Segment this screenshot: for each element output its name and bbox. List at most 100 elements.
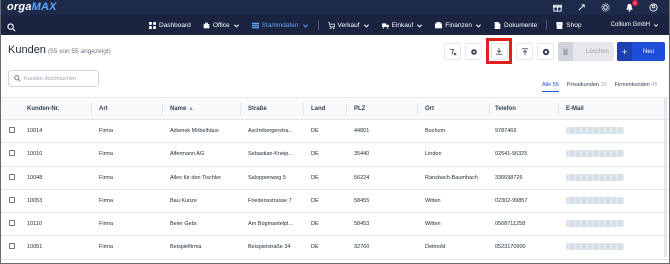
page-title: Kunden (55 von 55 angezeigt) xyxy=(8,44,111,56)
table-row[interactable]: 10051 Firma Beispielfirma Beispielstraße… xyxy=(1,236,669,260)
gear-icon xyxy=(470,48,477,55)
nav-divider xyxy=(317,20,319,30)
email-redacted xyxy=(566,243,624,251)
chevron-down-icon xyxy=(476,23,481,28)
column-header[interactable]: Ort xyxy=(425,106,434,112)
nav-einkauf[interactable]: Einkauf xyxy=(376,15,430,35)
table-row[interactable]: 10010 Firma Alfermann AG Sebastian-Kneip… xyxy=(1,143,669,167)
row-checkbox[interactable] xyxy=(9,243,15,250)
nav-shop[interactable]: Shop xyxy=(550,15,587,35)
settings-button[interactable] xyxy=(465,43,482,60)
nav-office[interactable]: Office xyxy=(197,15,246,35)
notification-bell-icon[interactable]: 1 xyxy=(624,0,638,13)
column-header[interactable]: Kunden-Nr. xyxy=(27,106,59,112)
download-icon xyxy=(495,47,503,55)
dashboard-icon xyxy=(149,21,156,29)
app-logo[interactable]: orgaMAX xyxy=(7,1,57,13)
company-selector[interactable]: Coltium GmbH xyxy=(611,15,659,35)
table-header: Kunden-Nr. Art Name ▲ Straße Land PLZ Or… xyxy=(1,97,669,120)
column-divider[interactable] xyxy=(346,103,347,116)
upload-icon xyxy=(521,47,528,55)
table-row[interactable]: 10053 Firma Bau Kunze Friedensstrasse 7 … xyxy=(1,190,669,214)
column-header[interactable]: PLZ xyxy=(354,106,365,112)
top-bar: orgaMAX 1 xyxy=(1,0,669,15)
chevron-down-icon xyxy=(233,23,239,28)
email-redacted xyxy=(566,220,624,228)
table-row[interactable]: 10014 Firma Adamek Möbelhäus Ascheberger… xyxy=(1,120,669,144)
record-count: (55 von 55 angezeigt) xyxy=(47,48,111,55)
chevron-down-icon xyxy=(653,24,659,27)
nav-divider xyxy=(546,20,548,30)
row-checkbox[interactable] xyxy=(9,173,15,180)
shop-icon xyxy=(556,21,564,29)
stammdaten-icon xyxy=(251,22,259,28)
tab-privatkunden[interactable]: Privatkunden 10 xyxy=(567,82,607,92)
clear-filter-button[interactable] xyxy=(444,43,461,60)
email-redacted xyxy=(566,127,624,134)
main-nav: Dashboard Office Stammdaten Verkauf Eink… xyxy=(1,15,669,35)
app-window: orgaMAX 1 Dashboard Office Stammdaten Ve… xyxy=(0,0,670,264)
search-box[interactable] xyxy=(8,70,99,87)
tab-alle[interactable]: Alle 55 xyxy=(542,82,559,92)
document-icon xyxy=(494,21,501,29)
notification-badge: 1 xyxy=(632,0,638,6)
filter-clear-icon xyxy=(449,48,456,55)
nav-verkauf[interactable]: Verkauf xyxy=(322,15,376,35)
row-checkbox[interactable] xyxy=(9,220,15,227)
plus-icon: + xyxy=(617,42,632,61)
settings-icon[interactable] xyxy=(600,2,611,13)
column-divider[interactable] xyxy=(558,103,559,116)
trash-icon xyxy=(558,42,573,61)
cart-icon xyxy=(327,21,335,29)
new-button[interactable]: + Neu xyxy=(617,42,665,61)
import-button[interactable] xyxy=(516,43,533,60)
vertical-scrollbar[interactable] xyxy=(664,97,667,257)
column-divider[interactable] xyxy=(91,103,92,116)
help-button[interactable] xyxy=(537,43,554,60)
office-icon xyxy=(203,22,210,28)
nav-stammdaten[interactable]: Stammdaten xyxy=(246,15,315,35)
delete-button[interactable]: Löschen xyxy=(558,42,614,61)
nav-dashboard[interactable]: Dashboard xyxy=(143,15,197,35)
column-divider[interactable] xyxy=(303,103,304,116)
chevron-down-icon xyxy=(302,23,308,28)
customer-table: Kunden-Nr. Art Name ▲ Straße Land PLZ Or… xyxy=(1,97,669,260)
finance-icon xyxy=(435,21,443,28)
nav-finanzen[interactable]: Finanzen xyxy=(429,15,488,35)
rocket-icon[interactable] xyxy=(576,2,587,13)
chevron-down-icon xyxy=(417,23,423,28)
search-icon[interactable] xyxy=(7,19,18,32)
column-header[interactable]: Straße xyxy=(248,106,267,112)
help-circle-icon xyxy=(542,48,549,55)
email-redacted xyxy=(566,196,624,204)
export-button[interactable] xyxy=(490,42,508,60)
email-redacted xyxy=(566,150,624,158)
search-icon xyxy=(14,75,21,82)
column-divider[interactable] xyxy=(240,103,241,116)
sort-asc-icon: ▲ xyxy=(188,106,194,112)
row-checkbox[interactable] xyxy=(9,196,15,203)
search-input[interactable] xyxy=(24,75,94,82)
toolbar xyxy=(444,38,554,64)
column-header[interactable]: Art xyxy=(99,106,108,112)
highlighted-export-area xyxy=(486,38,512,64)
column-divider[interactable] xyxy=(162,103,163,116)
nav-dokumente[interactable]: Dokumente xyxy=(488,15,543,35)
tab-firmenkunden[interactable]: Firmenkunden 45 xyxy=(615,82,658,92)
column-divider[interactable] xyxy=(417,103,418,116)
table-row[interactable]: 10110 Firma Beier Gebr. Am Bügmantelpl..… xyxy=(1,213,669,237)
column-header-name[interactable]: Name ▲ xyxy=(170,106,194,112)
table-row[interactable]: 10048 Firma Alles für den Tischler Salop… xyxy=(1,167,669,190)
user-avatar-icon[interactable] xyxy=(648,2,659,13)
column-divider[interactable] xyxy=(489,103,490,116)
truck-icon xyxy=(381,22,389,29)
column-header[interactable]: Telefon xyxy=(495,106,516,112)
column-header[interactable]: E-Mail xyxy=(566,106,584,112)
row-checkbox[interactable] xyxy=(9,150,15,157)
gift-icon[interactable] xyxy=(552,2,563,13)
chevron-down-icon xyxy=(363,23,369,28)
row-checkbox[interactable] xyxy=(9,127,15,133)
filter-tabs: Alle 55 Privatkunden 10 Firmenkunden 45 xyxy=(542,82,657,92)
email-redacted xyxy=(566,173,624,181)
column-header[interactable]: Land xyxy=(311,106,325,112)
